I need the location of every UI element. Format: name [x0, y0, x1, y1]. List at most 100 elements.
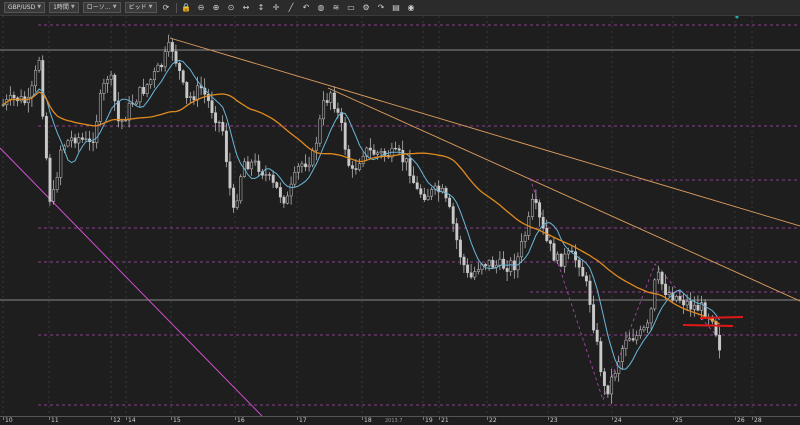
candle-body [70, 137, 74, 142]
axis-tick-mark [111, 417, 112, 420]
refresh-icon[interactable]: ⟳ [161, 2, 172, 13]
axis-tick-mark [297, 417, 298, 420]
candle-body [696, 304, 700, 311]
window-icon[interactable]: ▭ [346, 2, 357, 13]
settings-icon[interactable]: ⚙ [361, 2, 372, 13]
template-icon[interactable]: ≋ [331, 2, 342, 13]
candle-body [534, 199, 538, 203]
candle-body [336, 108, 340, 113]
candle-body [127, 103, 131, 121]
candle-body [350, 165, 354, 169]
candle-body [430, 189, 434, 197]
axis-tick-mark [487, 417, 488, 420]
candle-body [361, 156, 365, 164]
candle-body [343, 122, 347, 150]
axis-tick-label: 16 [237, 417, 245, 424]
candle-body [318, 118, 322, 144]
candle-body [228, 161, 232, 189]
axis-tick-label: 28 [754, 417, 762, 424]
price-chart[interactable] [0, 16, 800, 416]
indicator-icon[interactable]: ◍ [316, 2, 327, 13]
candle-body [142, 87, 146, 94]
price-type-select[interactable]: ビッド ▼ [124, 2, 157, 13]
axis-tick-label: 21 [441, 417, 449, 424]
crosshair-icon[interactable]: ✛ [271, 2, 282, 13]
axis-tick-mark [673, 417, 674, 420]
axis-tick-label: 22 [489, 417, 497, 424]
candle-body [257, 160, 261, 172]
camera-icon[interactable]: ◉ [406, 2, 417, 13]
symbol-select[interactable]: GBP/USD ▼ [4, 2, 46, 13]
candle-body [376, 152, 380, 155]
candle-body [563, 253, 567, 267]
candle-body [134, 101, 138, 105]
chevron-down-icon: ▼ [148, 4, 153, 10]
candle-body [59, 149, 63, 178]
symbol-label: GBP/USD [8, 4, 36, 11]
trendline [327, 87, 800, 302]
candle-body [484, 264, 488, 267]
candle-body [458, 239, 462, 258]
axis-tick-label: 18 [364, 417, 372, 424]
axis-tick-label: 12 [113, 417, 121, 424]
redo-icon[interactable]: ↷ [376, 2, 387, 13]
candle-body [145, 84, 149, 94]
candle-body [646, 322, 650, 328]
candle-body [667, 292, 671, 295]
candle-body [37, 60, 41, 71]
candle-body [275, 182, 279, 188]
candle-body [473, 271, 477, 278]
zoom-out-icon[interactable]: ⊖ [196, 2, 207, 13]
candle-body [152, 71, 156, 80]
candle-body [415, 182, 419, 189]
candle-body [181, 70, 185, 83]
candle-body [498, 258, 502, 266]
candle-body [394, 147, 398, 150]
axis-tick-mark [752, 417, 753, 420]
candle-body [264, 174, 268, 176]
candle-body [95, 121, 99, 143]
candle-body [221, 121, 225, 132]
candle-body [84, 138, 88, 140]
candle-body [556, 253, 560, 261]
zoom-fit-icon[interactable]: ⊙ [226, 2, 237, 13]
axis-tick-mark [3, 417, 4, 420]
fit-vertical-icon[interactable]: ↕ [256, 2, 267, 13]
candle-body [300, 163, 304, 167]
candle-body [77, 137, 81, 144]
axis-tick-mark [235, 417, 236, 420]
candle-body [469, 272, 473, 278]
candle-body [408, 158, 412, 177]
candle-body [239, 176, 243, 202]
candle-body [271, 174, 275, 183]
candle-body [635, 335, 639, 341]
axis-tick-mark [423, 417, 424, 420]
timeframe-label: 1時間 [53, 4, 69, 11]
candle-body [170, 42, 174, 52]
candle-body [404, 158, 408, 163]
axis-tick-label: 24 [614, 417, 622, 424]
horizontal-lines [0, 49, 800, 301]
chart-type-select[interactable]: ローソ… ▼ [82, 2, 121, 13]
candle-body [397, 148, 401, 151]
zoom-in-icon[interactable]: ⊕ [211, 2, 222, 13]
candle-body [91, 141, 95, 143]
candle-body [419, 188, 423, 195]
axis-tick-mark [362, 417, 363, 420]
candle-body [8, 94, 12, 100]
lock-icon[interactable]: 🔒 [181, 2, 192, 13]
timeframe-select[interactable]: 1時間 ▼ [49, 2, 79, 13]
undo-icon[interactable]: ↶ [301, 2, 312, 13]
candle-body [523, 235, 527, 242]
magenta-channel-line [0, 147, 263, 416]
line-tool-icon[interactable]: ╱ [286, 2, 297, 13]
save-icon[interactable]: ▤ [391, 2, 402, 13]
chevron-down-icon: ▼ [70, 4, 75, 10]
fit-horizontal-icon[interactable]: ↔ [241, 2, 252, 13]
candle-body [325, 100, 329, 103]
candle-body [66, 140, 70, 147]
candle-body [401, 149, 405, 163]
trendline [169, 37, 800, 227]
candle-body [214, 112, 218, 123]
candle-body [278, 187, 282, 198]
